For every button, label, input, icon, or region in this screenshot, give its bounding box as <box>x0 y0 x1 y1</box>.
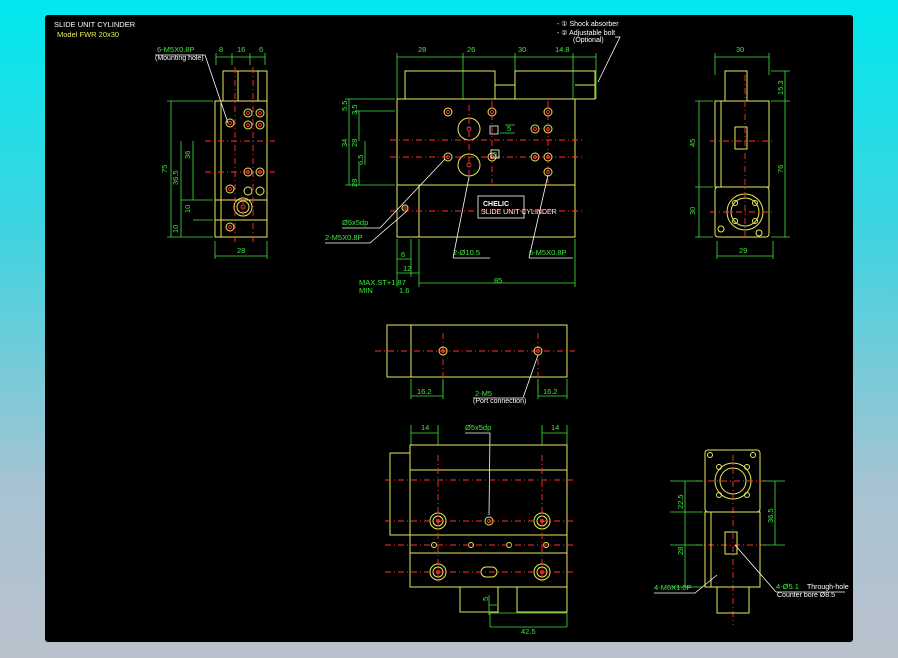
br-dim-side-2: 28 <box>676 547 685 555</box>
left-callout-sub: (Mounting hole) <box>155 55 204 62</box>
center-dim-left-5: 6.5 <box>356 155 365 165</box>
left-callout-leader <box>155 54 229 124</box>
center-dim-left-4: 28 <box>350 139 359 147</box>
center-dim-bottom-3: 85 <box>494 276 502 285</box>
center-callout-b: 2-M5X0.8P <box>325 233 363 242</box>
center-dim-left-3: 34 <box>340 139 349 147</box>
center-dim-bottom-1: 6 <box>401 250 405 259</box>
title-block: SLIDE UNIT CYLINDER Model FWR 20x30 <box>54 20 136 39</box>
bottom-dim-1: 5 <box>481 597 490 601</box>
mid-dim-1: 16.2 <box>417 387 432 396</box>
bottom-right-view: 22.5 28 36.5 4-M6X1.0P 4-Ø5.1 Through-ho… <box>654 449 849 625</box>
right-dim-bottom: 29 <box>739 246 747 255</box>
right-dim-side-4: 76 <box>776 165 785 173</box>
center-callout-a: Ø5x5dp <box>342 218 368 227</box>
left-dim-bottom: 28 <box>237 246 245 255</box>
center-dim-small-2: 3 <box>493 150 497 159</box>
br-callout-right-2: Counter bore Ø8.5 <box>777 592 835 599</box>
left-view: 8 16 6 6-M5X0.8P (Mounting hole) 75 36.5… <box>155 45 275 259</box>
left-dim-top-3: 6 <box>259 45 263 54</box>
nameplate-brand: CHELIC <box>483 201 509 208</box>
bottom-callout: Ø5x5dp <box>465 423 491 432</box>
stroke-value-min: 1.6 <box>399 286 409 295</box>
br-dim-side-3: 36.5 <box>766 508 775 523</box>
cad-drawing: SLIDE UNIT CYLINDER Model FWR 20x30 - ① … <box>54 20 849 636</box>
left-dim-top-2: 16 <box>237 45 245 54</box>
right-dim-side-3: 30 <box>688 207 697 215</box>
center-dim-bottom-2: 12 <box>403 264 411 273</box>
center-dim-top-1: 28 <box>418 45 426 54</box>
left-dim-side-1: 75 <box>160 165 169 173</box>
drawing-canvas: SLIDE UNIT CYLINDER Model FWR 20x30 - ① … <box>45 15 853 642</box>
title-line1: SLIDE UNIT CYLINDER <box>54 20 136 29</box>
bottom-dim-2: 42.5 <box>521 627 536 636</box>
br-callout-right: 4-Ø5.1 <box>776 582 799 591</box>
nameplate: CHELIC SLIDE UNIT CYLINDER <box>477 195 557 219</box>
center-dim-top-2: 26 <box>467 45 475 54</box>
center-dim-top-4: 14.8 <box>555 45 570 54</box>
center-callout-c-leader <box>452 176 490 259</box>
left-dim-side-4: 10 <box>183 205 192 213</box>
br-callout-right-tail: Through-hole <box>807 584 849 591</box>
title-line2: Model FWR 20x30 <box>57 30 119 39</box>
bottom-dim-top-2: 14 <box>551 423 559 432</box>
mid-callout-sub: (Port connection) <box>473 398 526 405</box>
mid-callout: 2-M5 <box>475 389 492 398</box>
bottom-dim-top-1: 14 <box>421 423 429 432</box>
center-callout-d-leader <box>528 174 573 259</box>
center-dim-small-1: 5 <box>507 124 511 133</box>
right-dim-top: 30 <box>736 45 744 54</box>
left-dim-side-3: 36 <box>183 151 192 159</box>
left-dim-side-2: 36.5 <box>171 170 180 185</box>
br-callout-left: 4-M6X1.0P <box>654 583 692 592</box>
legend-item-3: (Optional) <box>573 37 604 44</box>
right-view: 30 15.3 45 30 76 29 <box>688 45 790 259</box>
right-dim-side-1: 15.3 <box>776 80 785 95</box>
br-dim-side-1: 22.5 <box>676 494 685 509</box>
bottom-view: 14 14 Ø5x5dp 5 42.5 <box>385 423 575 636</box>
left-callout: 6-M5X0.8P <box>157 45 195 54</box>
center-callout-c: 2-Ø10.5 <box>453 248 480 257</box>
legend-item-1: - ① Shock absorber <box>557 20 619 28</box>
mid-dim-2: 16.2 <box>543 387 558 396</box>
legend-item-2: - ② Adjustable bolt <box>557 29 615 37</box>
right-dim-side-2: 45 <box>688 139 697 147</box>
center-dim-top-3: 30 <box>518 45 526 54</box>
center-callout-d: 6-M5X0.8P <box>529 248 567 257</box>
left-dim-top-1: 8 <box>219 45 223 54</box>
center-dim-left-2: 3.5 <box>350 105 359 115</box>
center-dim-left-1: 5.5 <box>340 101 349 111</box>
stroke-label-min: MIN <box>359 286 373 295</box>
center-dim-left-6: 28 <box>350 179 359 187</box>
mid-view: 16.2 16.2 2-M5 (Port connection) <box>375 324 575 405</box>
nameplate-sub: SLIDE UNIT CYLINDER <box>481 209 557 216</box>
center-view: 28 26 30 14.8 CHELIC SLIDE UNIT CYLINDER <box>325 45 597 295</box>
left-dim-side-5: 10 <box>171 225 180 233</box>
